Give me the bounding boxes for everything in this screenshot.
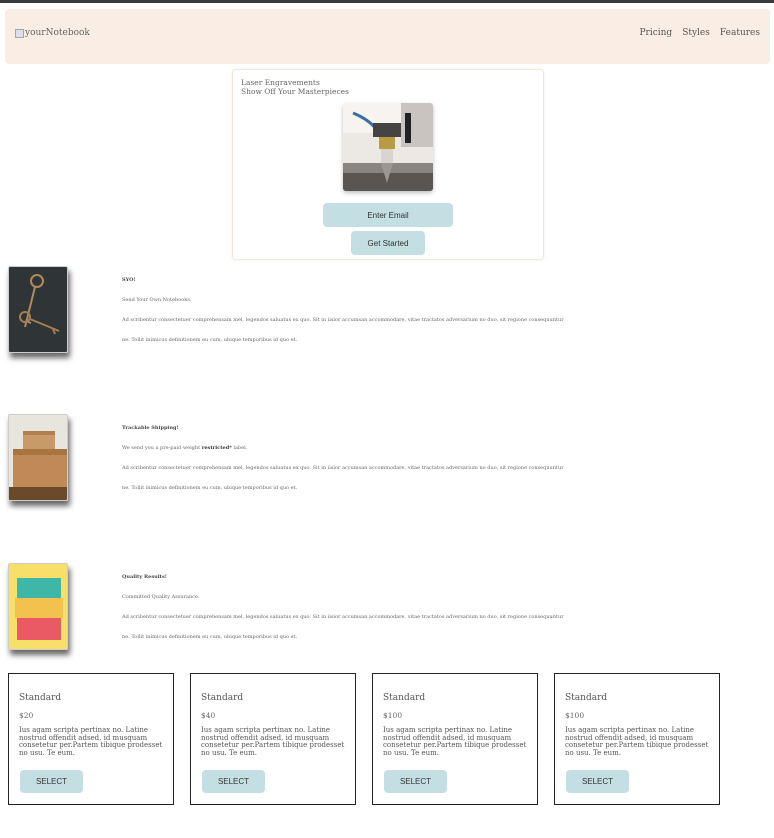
pricing-card-4: Standard $100 Ius agam scripta pertinax … bbox=[554, 673, 720, 805]
boxes-icon bbox=[9, 415, 67, 500]
feature-body-2a: Ad scribentur consectetuer comprehensam … bbox=[122, 465, 564, 471]
brand-link[interactable]: yourNotebook bbox=[15, 28, 90, 38]
feature-title-3: Quality Results! bbox=[122, 574, 167, 580]
feature-subtitle-2-suffix: label. bbox=[233, 445, 248, 451]
hero-heading: Laser Engravements Show Off Your Masterp… bbox=[241, 78, 349, 96]
plan-title: Standard bbox=[383, 693, 426, 703]
laser-engraver-image bbox=[343, 103, 433, 191]
plan-title: Standard bbox=[201, 693, 244, 703]
plan-price: $40 bbox=[201, 711, 216, 720]
hero-card: Laser Engravements Show Off Your Masterp… bbox=[232, 69, 544, 260]
feature-image-stacked-boxes bbox=[8, 563, 68, 650]
feature-body-2b: ne. Tollit inimicus definitionem eu cum,… bbox=[122, 485, 298, 491]
select-plan-button[interactable]: SELECT bbox=[384, 770, 447, 793]
feature-title-1: SYO! bbox=[122, 277, 136, 283]
nav-pricing[interactable]: Pricing bbox=[639, 28, 672, 38]
plan-price: $20 bbox=[19, 711, 34, 720]
pricing-card-1: Standard $20 Ius agam scripta pertinax n… bbox=[8, 673, 174, 805]
select-plan-button[interactable]: SELECT bbox=[566, 770, 629, 793]
top-border bbox=[0, 0, 774, 3]
nav-styles[interactable]: Styles bbox=[682, 28, 710, 38]
main-nav: Pricing Styles Features bbox=[639, 28, 760, 38]
select-plan-button[interactable]: SELECT bbox=[202, 770, 265, 793]
hero-line-2: Show Off Your Masterpieces bbox=[241, 87, 349, 96]
feature-subtitle-1: Send Your Own Notebooks. bbox=[122, 297, 192, 303]
feature-subtitle-2-prefix: We send you a pre-paid weight bbox=[122, 445, 201, 451]
plan-description: Ius agam scripta pertinax no. Latine nos… bbox=[201, 726, 345, 757]
feature-body-1b: ne. Tollit inimicus definitionem eu cum,… bbox=[122, 337, 298, 343]
pricing-card-3: Standard $100 Ius agam scripta pertinax … bbox=[372, 673, 538, 805]
plan-description: Ius agam scripta pertinax no. Latine nos… bbox=[19, 726, 163, 757]
feature-body-3a: Ad scribentur consectetuer comprehensam … bbox=[122, 614, 564, 620]
broken-image-icon bbox=[15, 28, 24, 38]
get-started-button[interactable]: Get Started bbox=[351, 231, 425, 255]
feature-subtitle-3: Committed Quality Assurance. bbox=[122, 594, 200, 600]
laser-engraver-icon bbox=[343, 103, 433, 191]
feature-image-boxes bbox=[8, 414, 68, 501]
brand-name: yourNotebook bbox=[25, 28, 90, 38]
feature-image-keys bbox=[8, 266, 68, 353]
stacked-boxes-icon bbox=[9, 564, 67, 649]
plan-price: $100 bbox=[565, 711, 585, 720]
feature-text-2: Trackable Shipping! We send you a pre-pa… bbox=[122, 425, 722, 491]
hero-line-1: Laser Engravements bbox=[241, 78, 320, 87]
pricing-card-2: Standard $40 Ius agam scripta pertinax n… bbox=[190, 673, 356, 805]
feature-text-3: Quality Results! Committed Quality Assur… bbox=[122, 574, 722, 640]
site-header: yourNotebook Pricing Styles Features bbox=[5, 9, 770, 64]
feature-subtitle-2: We send you a pre-paid weight restricted… bbox=[122, 445, 722, 451]
feature-title-2: Trackable Shipping! bbox=[122, 425, 179, 431]
feature-subtitle-2-bold: restricted* bbox=[201, 445, 232, 451]
nav-features[interactable]: Features bbox=[720, 28, 760, 38]
plan-title: Standard bbox=[19, 693, 62, 703]
enter-email-button[interactable]: Enter Email bbox=[323, 203, 453, 227]
select-plan-button[interactable]: SELECT bbox=[20, 770, 83, 793]
plan-price: $100 bbox=[383, 711, 403, 720]
plan-title: Standard bbox=[565, 693, 608, 703]
feature-body-3b: ne. Tollit inimicus definitionem eu cum,… bbox=[122, 634, 298, 640]
keys-icon bbox=[9, 267, 67, 352]
plan-description: Ius agam scripta pertinax no. Latine nos… bbox=[565, 726, 709, 757]
feature-body-1a: Ad scribentur consectetuer comprehensam … bbox=[122, 317, 564, 323]
feature-text-1: SYO! Send Your Own Notebooks. Ad scriben… bbox=[122, 277, 722, 343]
plan-description: Ius agam scripta pertinax no. Latine nos… bbox=[383, 726, 527, 757]
